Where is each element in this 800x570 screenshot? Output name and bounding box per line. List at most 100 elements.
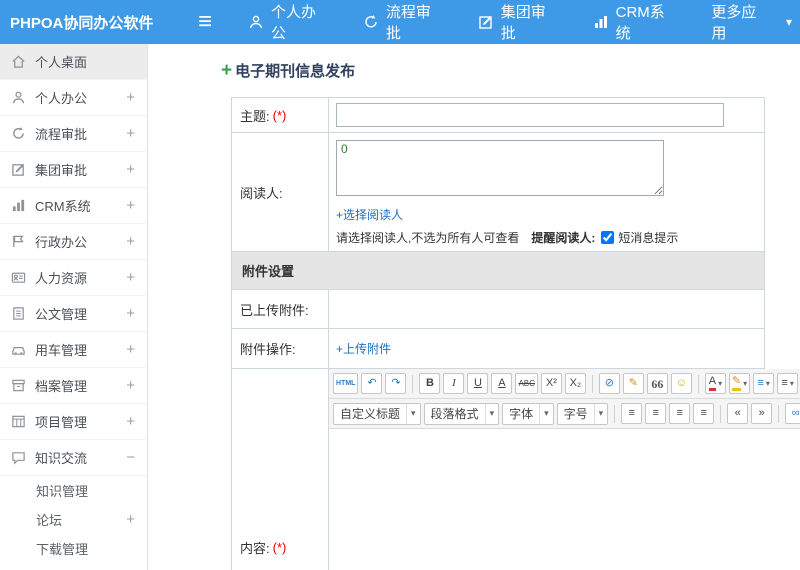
blockquote-button[interactable]: 66	[646, 373, 668, 394]
remind-readers-label: 提醒阅读人:	[531, 231, 596, 245]
italic-button[interactable]: I	[443, 373, 465, 394]
chevron-down-icon: ▾	[789, 379, 794, 388]
readers-textarea[interactable]: 0	[336, 140, 664, 196]
sidebar-item[interactable]: 档案管理 +	[0, 368, 147, 404]
editor-content-area[interactable]	[329, 429, 800, 570]
expander-icon[interactable]: +	[126, 233, 135, 250]
sidebar-item-icon	[11, 198, 26, 213]
nav-item[interactable]: 集团审批	[470, 1, 563, 43]
undo-button[interactable]: ↶	[361, 373, 383, 394]
sidebar-item[interactable]: 集团审批 +	[0, 152, 147, 188]
nav-item-icon	[593, 14, 609, 30]
strikethrough-button[interactable]: ABC	[515, 373, 538, 394]
numbered-list-button[interactable]: ≡ ▾	[777, 373, 799, 394]
expander-icon[interactable]: +	[126, 305, 135, 322]
underline-button-glyph: U	[473, 377, 482, 389]
emoticon-button[interactable]: ☺	[670, 373, 692, 394]
upload-attachment-link[interactable]: +上传附件	[336, 342, 391, 356]
toolbar-separator	[412, 374, 414, 393]
align-left-button-glyph: ≡	[628, 407, 635, 419]
subject-label-text: 主题:	[240, 108, 270, 124]
expander-icon[interactable]: +	[126, 269, 135, 286]
sidebar-item[interactable]: 公共文件柜	[0, 563, 147, 570]
outdent-button[interactable]: «	[727, 403, 749, 424]
subscript-button[interactable]: X₂	[564, 373, 586, 394]
bullet-list-button[interactable]: ≡ ▾	[753, 373, 775, 394]
uploaded-attachments-label: 已上传附件:	[232, 290, 329, 328]
sidebar-item-icon	[11, 378, 26, 393]
superscript-button[interactable]: X²	[540, 373, 562, 394]
expander-icon[interactable]: +	[126, 511, 135, 528]
expander-icon[interactable]: +	[126, 377, 135, 394]
font-family-select[interactable]: 字体 ▾	[502, 402, 554, 425]
sidebar-item[interactable]: CRM系统 +	[0, 188, 147, 224]
sidebar-item-icon	[11, 270, 26, 285]
sidebar-item[interactable]: 个人办公 +	[0, 80, 147, 116]
attachment-action-label-text: 附件操作:	[240, 342, 296, 357]
heading-select[interactable]: 自定义标题 ▾	[333, 402, 421, 425]
chevron-down-icon[interactable]: ▾	[786, 15, 792, 29]
redo-button[interactable]: ↷	[385, 373, 407, 394]
sidebar-item[interactable]: 用车管理 +	[0, 332, 147, 368]
align-center-button[interactable]: ≡	[645, 403, 667, 424]
content-label: 内容: (*)	[232, 369, 329, 570]
sidebar-item-label: 行政办公	[35, 235, 88, 250]
bold-button[interactable]: B	[419, 373, 441, 394]
nav-item-label: 个人办公	[271, 4, 317, 42]
editor-toolbar-row2: 自定义标题▾段落格式▾字体▾字号▾≡≡≡≡«»∞∅▣▶⊞—	[329, 399, 800, 429]
html-source-button[interactable]: HTML	[333, 373, 359, 394]
readers-hint: 请选择阅读人,不选为所有人可查看	[336, 231, 520, 245]
highlight-color-button[interactable]: ✎ ▾	[728, 373, 751, 394]
sidebar-item[interactable]: 公文管理 +	[0, 296, 147, 332]
sidebar-item-icon	[11, 126, 26, 141]
sidebar-item[interactable]: 论坛 +	[0, 505, 147, 534]
sidebar-item[interactable]: 个人桌面	[0, 44, 147, 80]
expander-icon[interactable]: +	[126, 341, 135, 358]
choose-readers-row: +选择阅读人	[336, 206, 757, 223]
font-underline-button-glyph: A	[498, 377, 506, 389]
sidebar-item[interactable]: 流程审批 +	[0, 116, 147, 152]
choose-readers-link[interactable]: +选择阅读人	[336, 208, 403, 222]
attachment-action-row: 附件操作: +上传附件	[232, 329, 764, 369]
align-justify-button-glyph: ≡	[700, 407, 707, 419]
sms-reminder-label: 短消息提示	[618, 231, 679, 245]
font-size-select[interactable]: 字号 ▾	[556, 402, 609, 425]
expander-icon[interactable]: +	[126, 89, 135, 106]
align-left-button[interactable]: ≡	[621, 403, 643, 424]
indent-button[interactable]: »	[751, 403, 773, 424]
expander-icon[interactable]: +	[126, 413, 135, 430]
format-painter-button-glyph: ✎	[628, 377, 639, 389]
subject-input[interactable]	[336, 103, 724, 127]
menu-icon[interactable]: ≡	[198, 10, 212, 34]
expander-icon[interactable]: −	[126, 449, 135, 466]
nav-item-icon	[363, 14, 379, 30]
expander-icon[interactable]: +	[126, 125, 135, 142]
sidebar-item-label: 知识管理	[36, 484, 89, 499]
font-underline-button[interactable]: A	[491, 373, 513, 394]
content-label-text: 内容:	[240, 541, 270, 556]
expander-icon[interactable]: +	[126, 161, 135, 178]
expander-icon[interactable]: +	[126, 197, 135, 214]
sidebar-item[interactable]: 知识交流 −	[0, 440, 147, 476]
sidebar-item[interactable]: 行政办公 +	[0, 224, 147, 260]
align-justify-button[interactable]: ≡	[693, 403, 715, 424]
sidebar-item[interactable]: 下载管理	[0, 534, 147, 563]
font-color-button[interactable]: A ▾	[704, 373, 726, 394]
sidebar-item[interactable]: 人力资源 +	[0, 260, 147, 296]
align-right-button[interactable]: ≡	[669, 403, 691, 424]
link-button[interactable]: ∞	[785, 403, 800, 424]
nav-item[interactable]: 更多应用 ▾	[703, 1, 800, 43]
sidebar-item[interactable]: 知识管理	[0, 476, 147, 505]
underline-button[interactable]: U	[467, 373, 489, 394]
remove-format-button[interactable]: ⊘	[598, 373, 620, 394]
paragraph-select[interactable]: 段落格式 ▾	[423, 402, 500, 425]
sidebar-item[interactable]: 项目管理 +	[0, 404, 147, 440]
sms-reminder-checkbox[interactable]	[601, 231, 615, 244]
sidebar-item-label: 下载管理	[36, 542, 89, 557]
format-painter-button[interactable]: ✎	[622, 373, 644, 394]
nav-item[interactable]: 个人办公	[240, 1, 333, 43]
nav-item[interactable]: CRM系统	[585, 1, 682, 43]
nav-item[interactable]: 流程审批	[355, 1, 448, 43]
readers-row: 阅读人: 0 +选择阅读人 请选择阅读人,不选为所有人可查看 提醒阅读人: 短消…	[232, 133, 764, 252]
readers-field: 0 +选择阅读人 请选择阅读人,不选为所有人可查看 提醒阅读人: 短消息提示	[329, 133, 764, 251]
